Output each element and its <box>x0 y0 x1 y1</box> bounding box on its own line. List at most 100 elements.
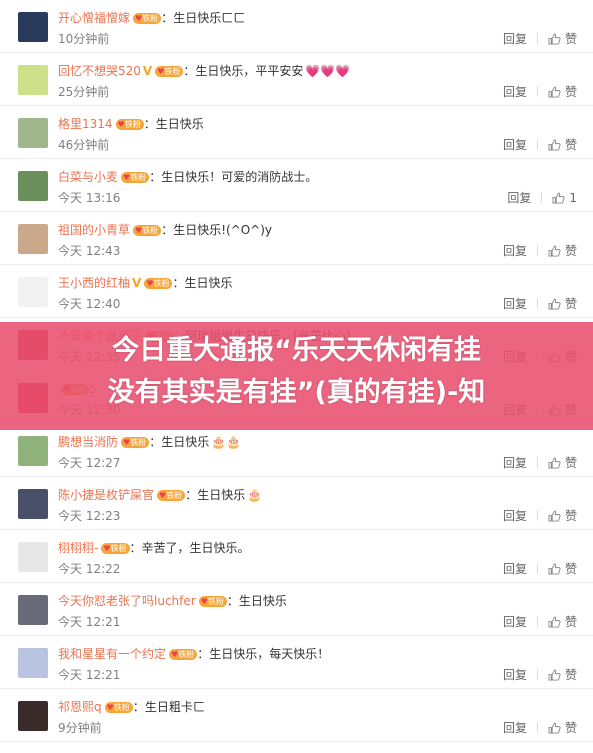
fan-badge: ♥铁粉 <box>104 702 133 713</box>
comment-row: 今天你怼老张了吗luchfer ♥铁粉 ：生日快乐 今天 12:21 回复赞 <box>0 583 593 636</box>
comment-text: 辛苦了，生日快乐。 <box>141 541 250 555</box>
comment-row: 陈小捷是枚铲屎官 ♥铁粉 ：生日快乐 🎂 今天 12:23 回复 赞 <box>0 477 593 530</box>
like-button[interactable]: 赞 <box>548 138 577 152</box>
reply-button[interactable]: 回复 <box>503 509 527 523</box>
avatar[interactable] <box>18 701 48 731</box>
avatar[interactable] <box>18 171 48 201</box>
comment-actions: 回复 赞 <box>503 720 577 736</box>
like-button[interactable]: 赞 <box>548 32 577 46</box>
fan-badge: ♥铁粉 <box>133 225 162 236</box>
username-link[interactable]: 王小西的红柚 <box>58 276 130 290</box>
comment-body: 回忆不想哭520 V ♥铁粉 ：生日快乐，平平安安 💗💗💗 <box>58 63 350 79</box>
username-link[interactable]: 开心憎福憎嫁 <box>58 11 130 25</box>
reply-button[interactable]: 回复 <box>503 721 527 735</box>
avatar[interactable] <box>18 489 48 519</box>
timestamp: 今天 12:22 <box>58 562 121 576</box>
like-button[interactable]: 赞 <box>548 456 577 470</box>
username-link[interactable]: 祖国的小青草 <box>58 223 130 237</box>
avatar[interactable] <box>18 12 48 42</box>
reply-button[interactable]: 回复 <box>503 32 527 46</box>
timestamp: 今天 12:43 <box>58 244 121 258</box>
avatar[interactable] <box>18 224 48 254</box>
fan-badge: ♥铁粉 <box>133 13 162 24</box>
colon-separator: ： <box>149 170 162 184</box>
timestamp: 今天 12:27 <box>58 456 121 470</box>
comment-text: 生日粗卡ㄈ <box>144 700 205 714</box>
heart-icon: ♥ <box>106 703 114 712</box>
reply-button[interactable]: 回复 <box>503 85 527 99</box>
divider <box>536 669 538 680</box>
comment-actions: 回复 1 <box>507 190 577 206</box>
like-button[interactable]: 赞 <box>548 297 577 311</box>
reply-button[interactable]: 回复 <box>503 244 527 258</box>
comment-row: 王小西的红柚 V ♥铁粉 ：生日快乐 今天 12:40 回复 赞 <box>0 265 593 318</box>
like-button[interactable]: 赞 <box>548 85 577 99</box>
like-button[interactable]: 赞 <box>548 509 577 523</box>
like-button[interactable]: 赞 <box>548 721 577 735</box>
reply-button[interactable]: 回复 <box>503 562 527 576</box>
avatar[interactable] <box>18 542 48 572</box>
reply-button[interactable]: 回复 <box>503 615 527 629</box>
colon-separator: ： <box>185 488 198 502</box>
banner-headline: 今日重大通报“乐天天休闲有挂 没有其实是有挂”(真的有挂)-知 <box>0 330 593 414</box>
comment-body: 格里1314 ♥铁粉 ：生日快乐 <box>58 116 204 132</box>
fan-badge-label: 铁粉 <box>130 173 147 182</box>
colon-separator: ： <box>183 64 196 78</box>
colon-separator: ： <box>197 647 210 661</box>
reply-button[interactable]: 回复 <box>503 138 527 152</box>
like-count: 赞 <box>564 244 577 258</box>
timestamp: 10分钟前 <box>58 32 110 46</box>
comment-text: 生日快乐，每天快乐！ <box>209 647 330 661</box>
divider <box>536 722 538 733</box>
avatar[interactable] <box>18 436 48 466</box>
fan-badge: ♥铁粉 <box>144 278 173 289</box>
timestamp: 今天 12:23 <box>58 509 121 523</box>
avatar[interactable] <box>18 277 48 307</box>
colon-separator: ： <box>226 594 239 608</box>
like-button[interactable]: 1 <box>552 191 577 205</box>
comment-text: 生日快乐!(^O^)y <box>173 223 273 237</box>
username-link[interactable]: 白菜与小麦 <box>58 170 118 184</box>
username-link[interactable]: 栩栩栩- <box>58 541 98 555</box>
comment-body: 祁恩熙q ♥铁粉 ：生日粗卡ㄈ <box>58 699 205 715</box>
username-link[interactable]: 鹏想当消防 <box>58 435 118 449</box>
reply-button[interactable]: 回复 <box>507 191 531 205</box>
like-button[interactable]: 赞 <box>548 615 577 629</box>
username-link[interactable]: 格里1314 <box>58 117 113 131</box>
reply-button[interactable]: 回复 <box>503 297 527 311</box>
fan-badge: ♥铁粉 <box>121 437 150 448</box>
comment-row: 我和星星有一个约定 ♥铁粉 ：生日快乐，每天快乐！ 今天 12:21 回复 赞 <box>0 636 593 689</box>
username-link[interactable]: 祁恩熙q <box>58 700 102 714</box>
divider <box>541 192 543 203</box>
fan-badge: ♥铁粉 <box>169 649 198 660</box>
like-button[interactable]: 赞 <box>548 244 577 258</box>
avatar[interactable] <box>18 65 48 95</box>
comment-body: 祖国的小青草 ♥铁粉 ：生日快乐!(^O^)y <box>58 222 272 238</box>
fan-badge: ♥铁粉 <box>198 596 227 607</box>
thumbs-up-icon <box>548 139 561 151</box>
like-button[interactable]: 赞 <box>548 562 577 576</box>
username-link[interactable]: 回忆不想哭520 <box>58 64 141 78</box>
like-count: 赞 <box>564 721 577 735</box>
timestamp: 今天 13:16 <box>58 191 121 205</box>
username-link[interactable]: 今天你怼老张了吗luchfer <box>58 594 196 608</box>
divider <box>536 457 538 468</box>
avatar[interactable] <box>18 595 48 625</box>
avatar[interactable] <box>18 648 48 678</box>
username-link[interactable]: 陈小捷是枚铲屎官 <box>58 488 154 502</box>
reply-button[interactable]: 回复 <box>503 456 527 470</box>
timestamp: 9分钟前 <box>58 721 102 735</box>
like-count: 1 <box>569 191 577 205</box>
comment-actions: 回复 赞 <box>503 243 577 259</box>
comment-text: 生日快乐 <box>155 117 204 131</box>
comment-actions: 回复 赞 <box>503 31 577 47</box>
username-link[interactable]: 我和星星有一个约定 <box>58 647 166 661</box>
avatar[interactable] <box>18 118 48 148</box>
comment-row: 开心憎福憎嫁 ♥铁粉 ：生日快乐ㄈㄈ 10分钟前 回复 赞 <box>0 0 593 53</box>
like-button[interactable]: 赞 <box>548 668 577 682</box>
fan-badge: ♥铁粉 <box>115 119 144 130</box>
like-count: 赞 <box>564 85 577 99</box>
comment-row: 格里1314 ♥铁粉 ：生日快乐 46分钟前 回复赞 <box>0 106 593 159</box>
reply-button[interactable]: 回复 <box>503 668 527 682</box>
thumbs-up-icon <box>548 669 561 681</box>
